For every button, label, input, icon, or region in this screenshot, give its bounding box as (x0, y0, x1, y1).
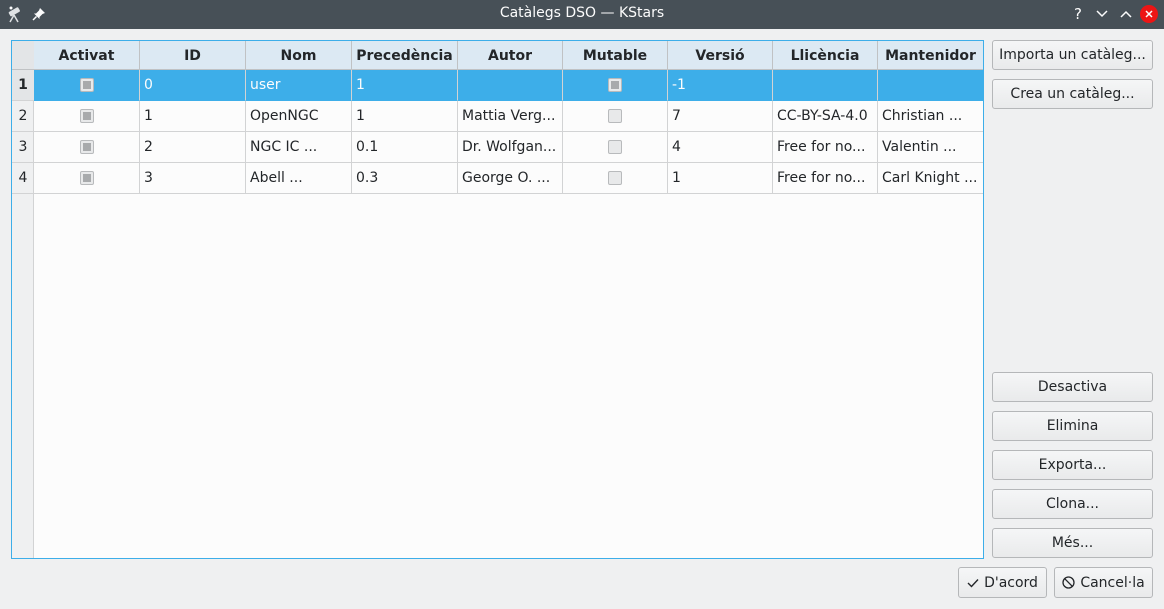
mutable-checkbox[interactable] (608, 171, 622, 185)
activat-cell[interactable] (34, 163, 140, 194)
activat-checkbox[interactable] (79, 78, 94, 92)
mutable-cell[interactable] (563, 70, 668, 101)
versio-cell[interactable]: 1 (668, 163, 773, 194)
llicencia-cell[interactable] (773, 70, 878, 101)
cancel-button-label: Cancel·la (1080, 574, 1145, 591)
mantenidor-cell[interactable]: Valentin ... (878, 132, 983, 163)
column-header-activat[interactable]: Activat (34, 41, 140, 70)
window-titlebar[interactable]: Catàlegs DSO — KStars ? (0, 0, 1164, 29)
clone-button[interactable]: Clona... (992, 489, 1153, 519)
mutable-checkbox[interactable] (608, 109, 622, 123)
llicencia-cell[interactable]: CC-BY-SA-4.0 (773, 101, 878, 132)
column-header-nom[interactable]: Nom (246, 41, 352, 70)
chevron-down-icon (1096, 10, 1108, 18)
mantenidor-cell[interactable]: Christian ... (878, 101, 983, 132)
llicencia-cell[interactable]: Free for no... (773, 163, 878, 194)
column-header-autor[interactable]: Autor (458, 41, 563, 70)
table-row[interactable]: 2 NGC IC ... 0.1 Dr. Wolfgan... 4 Free f… (34, 132, 983, 163)
activat-checkbox[interactable] (79, 171, 94, 185)
versio-cell[interactable]: -1 (668, 70, 773, 101)
maximize-button[interactable] (1117, 5, 1135, 23)
mantenidor-cell[interactable] (878, 70, 983, 101)
autor-cell[interactable]: Mattia Verg... (458, 101, 563, 132)
table-row[interactable]: 1 OpenNGC 1 Mattia Verg... 7 CC-BY-SA-4.… (34, 101, 983, 132)
precedencia-cell[interactable]: 1 (352, 101, 458, 132)
row-header-4[interactable]: 4 (12, 163, 34, 194)
window-title: Catàlegs DSO — KStars (499, 5, 665, 21)
id-cell[interactable]: 1 (140, 101, 246, 132)
remove-button[interactable]: Elimina (992, 411, 1153, 441)
mutable-checkbox[interactable] (608, 78, 622, 92)
versio-cell[interactable]: 7 (668, 101, 773, 132)
close-icon (1145, 10, 1153, 18)
activat-cell[interactable] (34, 132, 140, 163)
activat-cell[interactable] (34, 70, 140, 101)
nom-cell[interactable]: OpenNGC (246, 101, 352, 132)
create-catalog-button[interactable]: Crea un catàleg... (992, 79, 1153, 109)
ok-button-label: D'acord (984, 574, 1038, 591)
activat-checkbox[interactable] (79, 140, 94, 154)
more-button[interactable]: Més... (992, 528, 1153, 558)
column-header-llicencia[interactable]: Llicència (773, 41, 878, 70)
autor-cell[interactable]: Dr. Wolfgan... (458, 132, 563, 163)
row-header-1[interactable]: 1 (12, 70, 34, 101)
mutable-cell[interactable] (563, 163, 668, 194)
column-header: Activat ID Nom Precedència Autor Mutable… (34, 41, 983, 70)
activat-cell[interactable] (34, 101, 140, 132)
table-row[interactable]: 3 Abell ... 0.3 George O. ... 1 Free for… (34, 163, 983, 194)
precedencia-cell[interactable]: 1 (352, 70, 458, 101)
id-cell[interactable]: 2 (140, 132, 246, 163)
id-cell[interactable]: 3 (140, 163, 246, 194)
column-header-precedencia[interactable]: Precedència (352, 41, 458, 70)
help-icon: ? (1074, 5, 1082, 23)
catalogs-table[interactable]: Activat ID Nom Precedència Autor Mutable… (11, 40, 984, 559)
close-button[interactable] (1140, 5, 1158, 23)
precedencia-cell[interactable]: 0.1 (352, 132, 458, 163)
mutable-cell[interactable] (563, 132, 668, 163)
llicencia-cell[interactable]: Free for no... (773, 132, 878, 163)
cancel-button[interactable]: Cancel·la (1054, 567, 1153, 598)
column-header-id[interactable]: ID (140, 41, 246, 70)
minimize-button[interactable] (1093, 5, 1111, 23)
precedencia-cell[interactable]: 0.3 (352, 163, 458, 194)
autor-cell[interactable] (458, 70, 563, 101)
id-cell[interactable]: 0 (140, 70, 246, 101)
mutable-checkbox[interactable] (608, 140, 622, 154)
cancel-icon (1062, 576, 1075, 589)
ok-button[interactable]: D'acord (958, 567, 1047, 598)
disable-button[interactable]: Desactiva (992, 372, 1153, 402)
table-row[interactable]: 0 user 1 -1 (34, 70, 983, 101)
import-catalog-button[interactable]: Importa un catàleg... (992, 40, 1153, 70)
row-header-3[interactable]: 3 (12, 132, 34, 163)
nom-cell[interactable]: Abell ... (246, 163, 352, 194)
nom-cell[interactable]: NGC IC ... (246, 132, 352, 163)
column-header-mutable[interactable]: Mutable (563, 41, 668, 70)
help-button[interactable]: ? (1069, 5, 1087, 23)
export-button[interactable]: Exporta... (992, 450, 1153, 480)
autor-cell[interactable]: George O. ... (458, 163, 563, 194)
mantenidor-cell[interactable]: Carl Knight ... (878, 163, 983, 194)
mutable-cell[interactable] (563, 101, 668, 132)
column-header-versio[interactable]: Versió (668, 41, 773, 70)
versio-cell[interactable]: 4 (668, 132, 773, 163)
chevron-up-icon (1120, 10, 1132, 18)
activat-checkbox[interactable] (79, 109, 94, 123)
column-header-mantenidor[interactable]: Mantenidor (878, 41, 983, 70)
row-header-2[interactable]: 2 (12, 101, 34, 132)
check-icon (967, 578, 979, 588)
nom-cell[interactable]: user (246, 70, 352, 101)
table-corner[interactable] (12, 41, 34, 70)
